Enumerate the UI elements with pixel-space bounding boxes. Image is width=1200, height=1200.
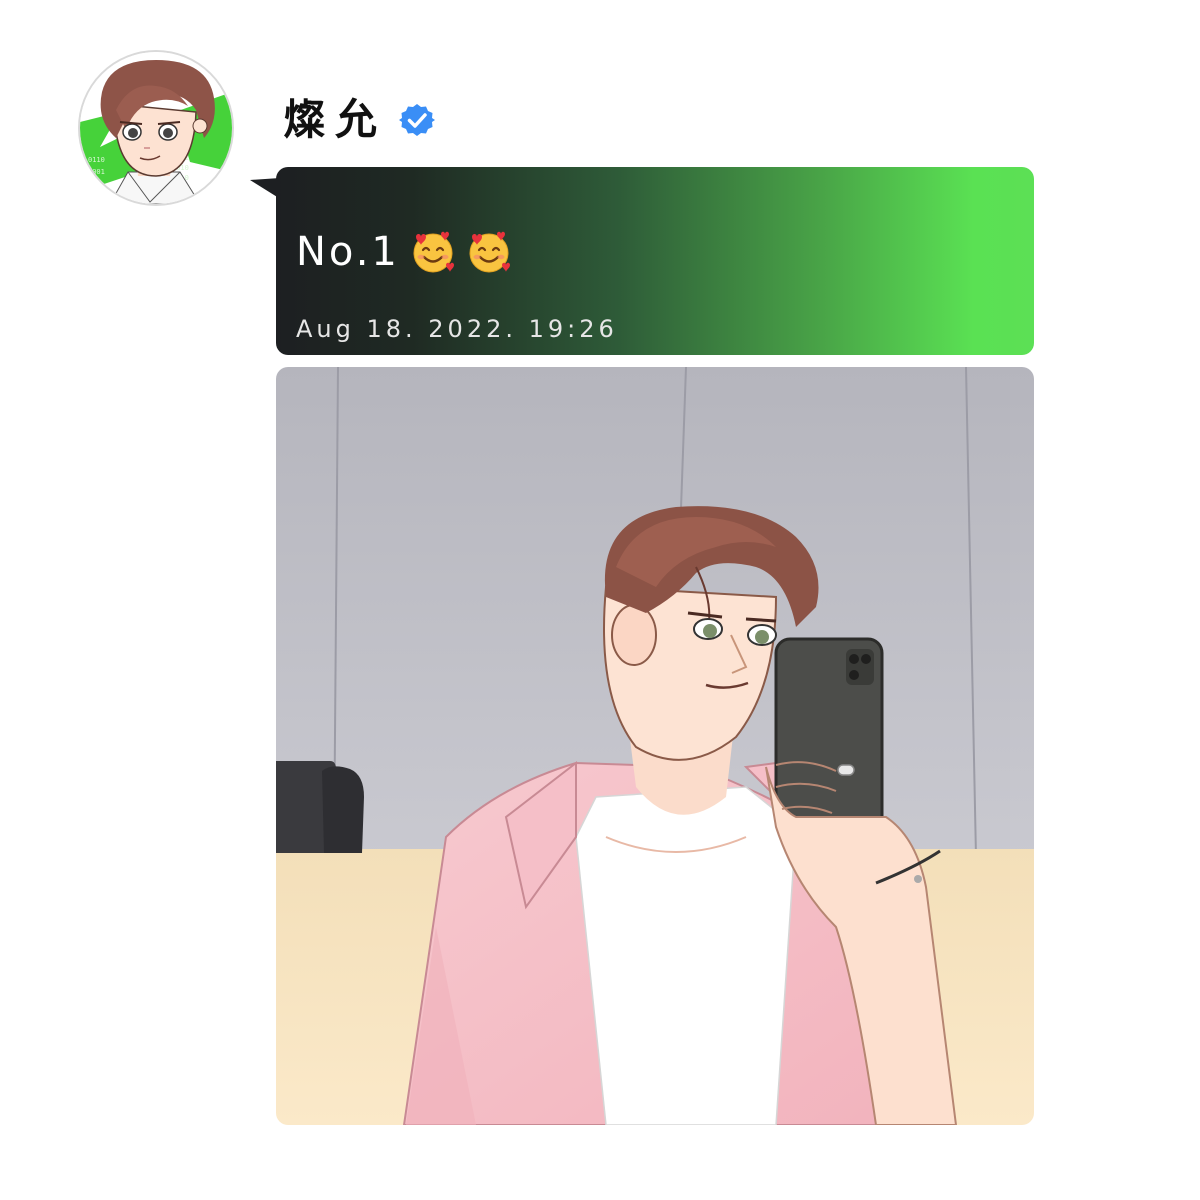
message-timestamp: Aug 18. 2022. 19:26 <box>296 315 618 343</box>
profile-avatar-icon: 010110100110 01101001 <box>80 52 232 204</box>
message-text: No.1 <box>296 229 400 275</box>
smiling-face-with-hearts-icon <box>469 231 510 273</box>
message-row: No.1 <box>296 229 512 275</box>
svg-text:1001: 1001 <box>88 168 105 176</box>
verified-badge-icon <box>399 104 436 136</box>
message-bubble[interactable]: No.1 Aug 18. 2022. 19:26 <box>276 167 1034 355</box>
selfie-illustration-icon <box>276 367 1034 1125</box>
svg-text:0110: 0110 <box>88 156 105 164</box>
username[interactable]: 燦允 <box>283 99 387 141</box>
post-image[interactable] <box>276 367 1034 1125</box>
avatar[interactable]: 010110100110 01101001 <box>78 50 234 206</box>
author-header: 燦允 <box>283 92 436 148</box>
post-card: 010110100110 01101001 燦允 <box>0 0 1200 1200</box>
smiling-face-with-hearts-icon <box>413 231 454 273</box>
